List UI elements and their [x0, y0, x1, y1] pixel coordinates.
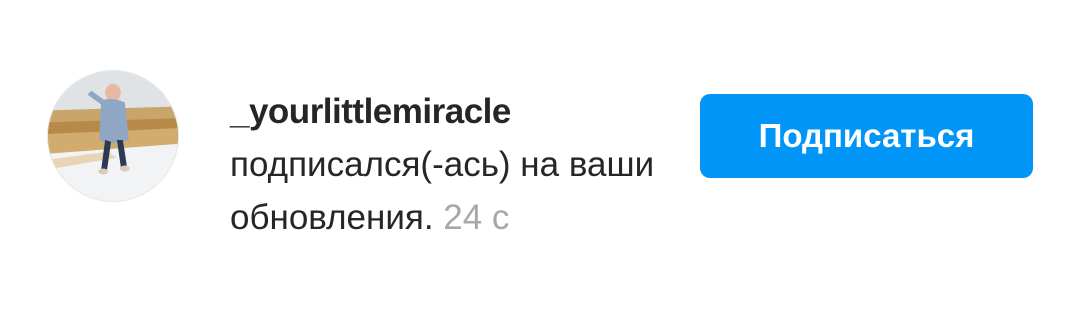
notification-text: _yourlittlemiracle подписался(-ась) на в… [230, 88, 670, 244]
notification-row[interactable]: _yourlittlemiracle подписался(-ась) на в… [0, 0, 1080, 334]
username[interactable]: _yourlittlemiracle [230, 88, 670, 136]
avatar-photo [48, 71, 178, 201]
notification-message: подписался(-ась) на ваши обновления. 24 … [230, 138, 670, 244]
timestamp: 24 с [443, 198, 510, 237]
follow-button[interactable]: Подписаться [700, 94, 1033, 178]
avatar[interactable] [47, 70, 179, 202]
